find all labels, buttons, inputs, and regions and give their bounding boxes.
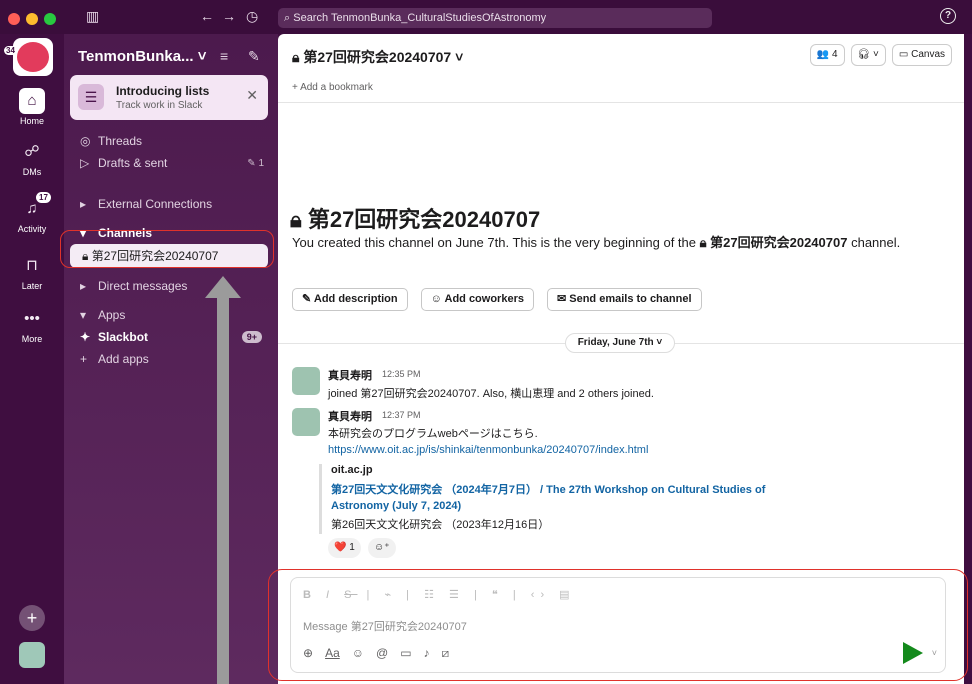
sidebar-section-dms[interactable]: ▸ Direct messages [80, 279, 187, 293]
compose-icon[interactable]: ✎ [248, 48, 260, 65]
mail-icon: ✉ [556, 293, 567, 305]
message-text: joined 第27回研究会20240707. Also, 横山恵理 and 2… [328, 388, 654, 400]
more-icon: ••• [24, 310, 40, 327]
rail-later-label: Later [21, 281, 43, 291]
rail-home-label: Home [19, 116, 44, 126]
help-icon[interactable]: ? [940, 8, 956, 24]
reaction-heart[interactable]: ❤️ 1 [328, 538, 361, 558]
lists-promo[interactable]: ☰ Introducing lists Track work in Slack … [70, 75, 268, 120]
rail-activity[interactable]: ♫ 17 Activity [0, 192, 64, 234]
pointer-arrow-shaft [217, 296, 229, 684]
rail-more-label: More [21, 334, 43, 344]
add-coworkers-button[interactable]: ☺ Add coworkers [420, 288, 534, 311]
search-input[interactable]: ⌕ Search TenmonBunka_CulturalStudiesOfAs… [278, 8, 712, 28]
avatar[interactable] [292, 367, 320, 395]
send-icon: ▷ [80, 156, 90, 170]
sidebar-item-drafts[interactable]: ▷ Drafts & sent [80, 156, 167, 170]
sidebar-section-apps[interactable]: ▾ Apps [80, 308, 125, 322]
workspace-icon[interactable] [13, 38, 53, 76]
forward-arrow-icon[interactable]: → [222, 8, 236, 24]
dms-icon: ☍ [24, 143, 40, 160]
add-workspace-button[interactable]: + [19, 605, 45, 631]
threads-icon: ◎ [80, 134, 91, 148]
rail-dms[interactable]: ☍ DMs [0, 139, 64, 177]
huddle-button[interactable]: 🎧︎ ˅ [850, 44, 886, 66]
canvas-icon: ▭ [898, 49, 909, 60]
message-time[interactable]: 12:35 PM [382, 369, 421, 379]
back-arrow-icon[interactable]: ← [200, 8, 214, 24]
highlight-outline-composer [268, 569, 968, 681]
date-divider[interactable]: Friday, June 7th ˅ [565, 333, 675, 353]
channel-intro: You created this channel on June 7th. Th… [292, 235, 901, 250]
minimize-window-button[interactable] [26, 13, 38, 25]
channel-header-title[interactable]: 🔒︎ 第27回研究会20240707 ˅ [292, 47, 463, 67]
caret-icon: ▾ [80, 308, 87, 322]
sidebar-item-slackbot[interactable]: ✦ Slackbot [80, 330, 148, 344]
sidebar-item-external[interactable]: ▸ External Connections [80, 197, 212, 211]
unfurl-description: 第26回天文文化研究会 （2023年12月16日） [331, 519, 550, 531]
headphones-icon: 🎧︎ [857, 49, 871, 60]
workspace-name[interactable]: TenmonBunka... ˅ [78, 48, 207, 65]
unfurl-bar [319, 464, 322, 534]
pencil-icon: ✎ [302, 293, 312, 305]
highlight-outline-channel [60, 230, 274, 268]
sidebar-item-add-apps[interactable]: + Add apps [80, 352, 149, 366]
add-bookmark-link[interactable]: + Add a bookmark [292, 82, 373, 93]
message-author[interactable]: 真貝寿明 [328, 408, 372, 424]
home-icon: ⌂ [19, 88, 45, 114]
lists-subtitle: Track work in Slack [116, 100, 203, 111]
send-emails-button[interactable]: ✉ Send emails to channel [546, 288, 702, 311]
unfurl-title[interactable]: 第27回天文文化研究会 （2024年7月7日） / The 27th Works… [331, 482, 811, 514]
channel-sidebar: TenmonBunka... ˅ ≡ ✎ ☰ Introducing lists… [64, 34, 278, 684]
caret-icon: ▸ [80, 197, 87, 211]
avatar[interactable] [19, 642, 45, 668]
avatar[interactable] [292, 408, 320, 436]
canvas-button[interactable]: ▭ Canvas [891, 44, 952, 66]
slackbot-icon: ✦ [80, 330, 91, 344]
search-icon: ⌕ [284, 12, 291, 24]
plus-icon: + [80, 352, 88, 366]
bookmark-icon: ⊓ [26, 257, 38, 274]
list-icon: ☰ [78, 84, 104, 110]
rail-more[interactable]: ••• More [0, 306, 64, 344]
message-time[interactable]: 12:37 PM [382, 410, 421, 420]
message-link[interactable]: https://www.oit.ac.jp/is/shinkai/tenmonb… [328, 444, 648, 456]
workspace-rail: 34 ⌂ Home ☍ DMs ♫ 17 Activity ⊓ Later ••… [0, 34, 64, 684]
add-reaction-button[interactable]: ☺⁺ [368, 538, 396, 558]
members-button[interactable]: 👥 4 [809, 44, 845, 66]
emoji-add-icon: ☺⁺ [374, 542, 390, 553]
lists-title: Introducing lists [116, 84, 210, 98]
header-actions: 👥 4 🎧︎ ˅ ▭ Canvas [809, 44, 952, 66]
slackbot-badge: 9+ [241, 331, 262, 343]
sidebar-toggle-icon[interactable]: ▥ [86, 8, 99, 25]
unfurl-site: oit.ac.jp [331, 464, 373, 476]
history-clock-icon[interactable]: ◷ [246, 8, 258, 25]
filter-icon[interactable]: ≡ [220, 48, 228, 64]
sidebar-item-threads[interactable]: ◎ Threads [80, 134, 142, 148]
add-description-button[interactable]: ✎ Add description [292, 288, 408, 311]
divider [278, 102, 964, 103]
title-bar: ▥ ← → ◷ ⌕ Search TenmonBunka_CulturalStu… [0, 0, 972, 34]
rail-dms-label: DMs [22, 167, 42, 177]
intro-actions: ✎ Add description ☺ Add coworkers ✉ Send… [292, 288, 702, 311]
message-text: 本研究会のプログラムwebページはこちら. [328, 428, 538, 440]
close-window-button[interactable] [8, 13, 20, 25]
activity-badge: 17 [36, 192, 51, 203]
search-placeholder: Search TenmonBunka_CulturalStudiesOfAstr… [293, 12, 547, 24]
close-icon[interactable]: ✕ [246, 87, 258, 104]
rail-home[interactable]: ⌂ Home [0, 88, 64, 126]
rail-activity-label: Activity [17, 224, 47, 234]
user-icon: ☺ [430, 293, 442, 305]
message-author[interactable]: 真貝寿明 [328, 367, 372, 383]
caret-icon: ▸ [80, 279, 87, 293]
zoom-window-button[interactable] [44, 13, 56, 25]
lock-icon: 🔒︎ [292, 49, 300, 65]
workspace-badge: 34 [4, 46, 17, 55]
pointer-arrow [205, 276, 241, 298]
drafts-count: ✎ 1 [247, 158, 264, 169]
rail-later[interactable]: ⊓ Later [0, 253, 64, 291]
page-title: 🔒︎ 第27回研究会20240707 [290, 207, 541, 232]
